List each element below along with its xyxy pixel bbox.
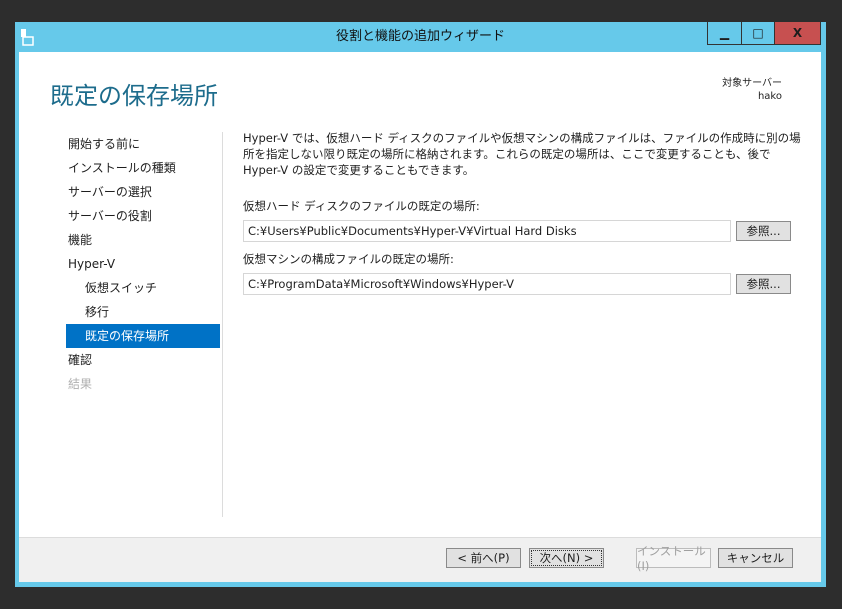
vm-config-location-label: 仮想マシンの構成ファイルの既定の場所: — [243, 252, 454, 266]
vhd-browse-button[interactable]: 参照... — [736, 221, 791, 241]
vhd-location-input[interactable]: C:¥Users¥Public¥Documents¥Hyper-V¥Virtua… — [243, 220, 731, 242]
next-button[interactable]: 次へ(N) > — [529, 548, 604, 568]
nav-item-hyper-v[interactable]: Hyper-V — [66, 252, 220, 276]
target-server-name: hako — [757, 91, 782, 102]
vhd-location-label: 仮想ハード ディスクのファイルの既定の場所: — [243, 199, 480, 213]
description: Hyper-V では、仮想ハード ディスクのファイルや仮想マシンの構成ファイルは… — [243, 131, 801, 177]
wizard-window: 役割と機能の追加ウィザード ▁ □ X 既定の保存場所 対象サーバー hako … — [15, 22, 826, 587]
nav-item-default-stores[interactable]: 既定の保存場所 — [66, 324, 220, 348]
nav-item-migration[interactable]: 移行 — [66, 300, 220, 324]
previous-button[interactable]: < 前へ(P) — [446, 548, 521, 568]
nav-item-installation-type[interactable]: インストールの種類 — [66, 156, 220, 180]
maximize-button[interactable]: □ — [742, 22, 775, 45]
nav-item-server-roles[interactable]: サーバーの役割 — [66, 204, 220, 228]
divider — [222, 132, 223, 517]
nav-item-before-you-begin[interactable]: 開始する前に — [66, 132, 220, 156]
window-title: 役割と機能の追加ウィザード — [335, 29, 505, 44]
nav-item-server-selection[interactable]: サーバーの選択 — [66, 180, 220, 204]
target-server-label: 対象サーバー — [722, 78, 782, 89]
nav-item-virtual-switches[interactable]: 仮想スイッチ — [66, 276, 220, 300]
vm-config-location-input[interactable]: C:¥ProgramData¥Microsoft¥Windows¥Hyper-V — [243, 273, 731, 295]
vm-browse-button[interactable]: 参照... — [736, 274, 791, 294]
install-button: インストール(I) — [636, 544, 711, 573]
nav-item-confirmation[interactable]: 確認 — [66, 348, 220, 372]
target-server: 対象サーバー hako — [722, 77, 782, 103]
nav-item-results: 結果 — [68, 377, 93, 391]
page-title: 既定の保存場所 — [50, 82, 218, 110]
cancel-button[interactable]: キャンセル — [718, 548, 793, 568]
minimize-button[interactable]: ▁ — [707, 22, 742, 45]
wizard-nav: 開始する前に インストールの種類 サーバーの選択 サーバーの役割 機能 Hype… — [66, 132, 220, 396]
nav-item-features[interactable]: 機能 — [66, 228, 220, 252]
close-button[interactable]: X — [775, 22, 821, 45]
